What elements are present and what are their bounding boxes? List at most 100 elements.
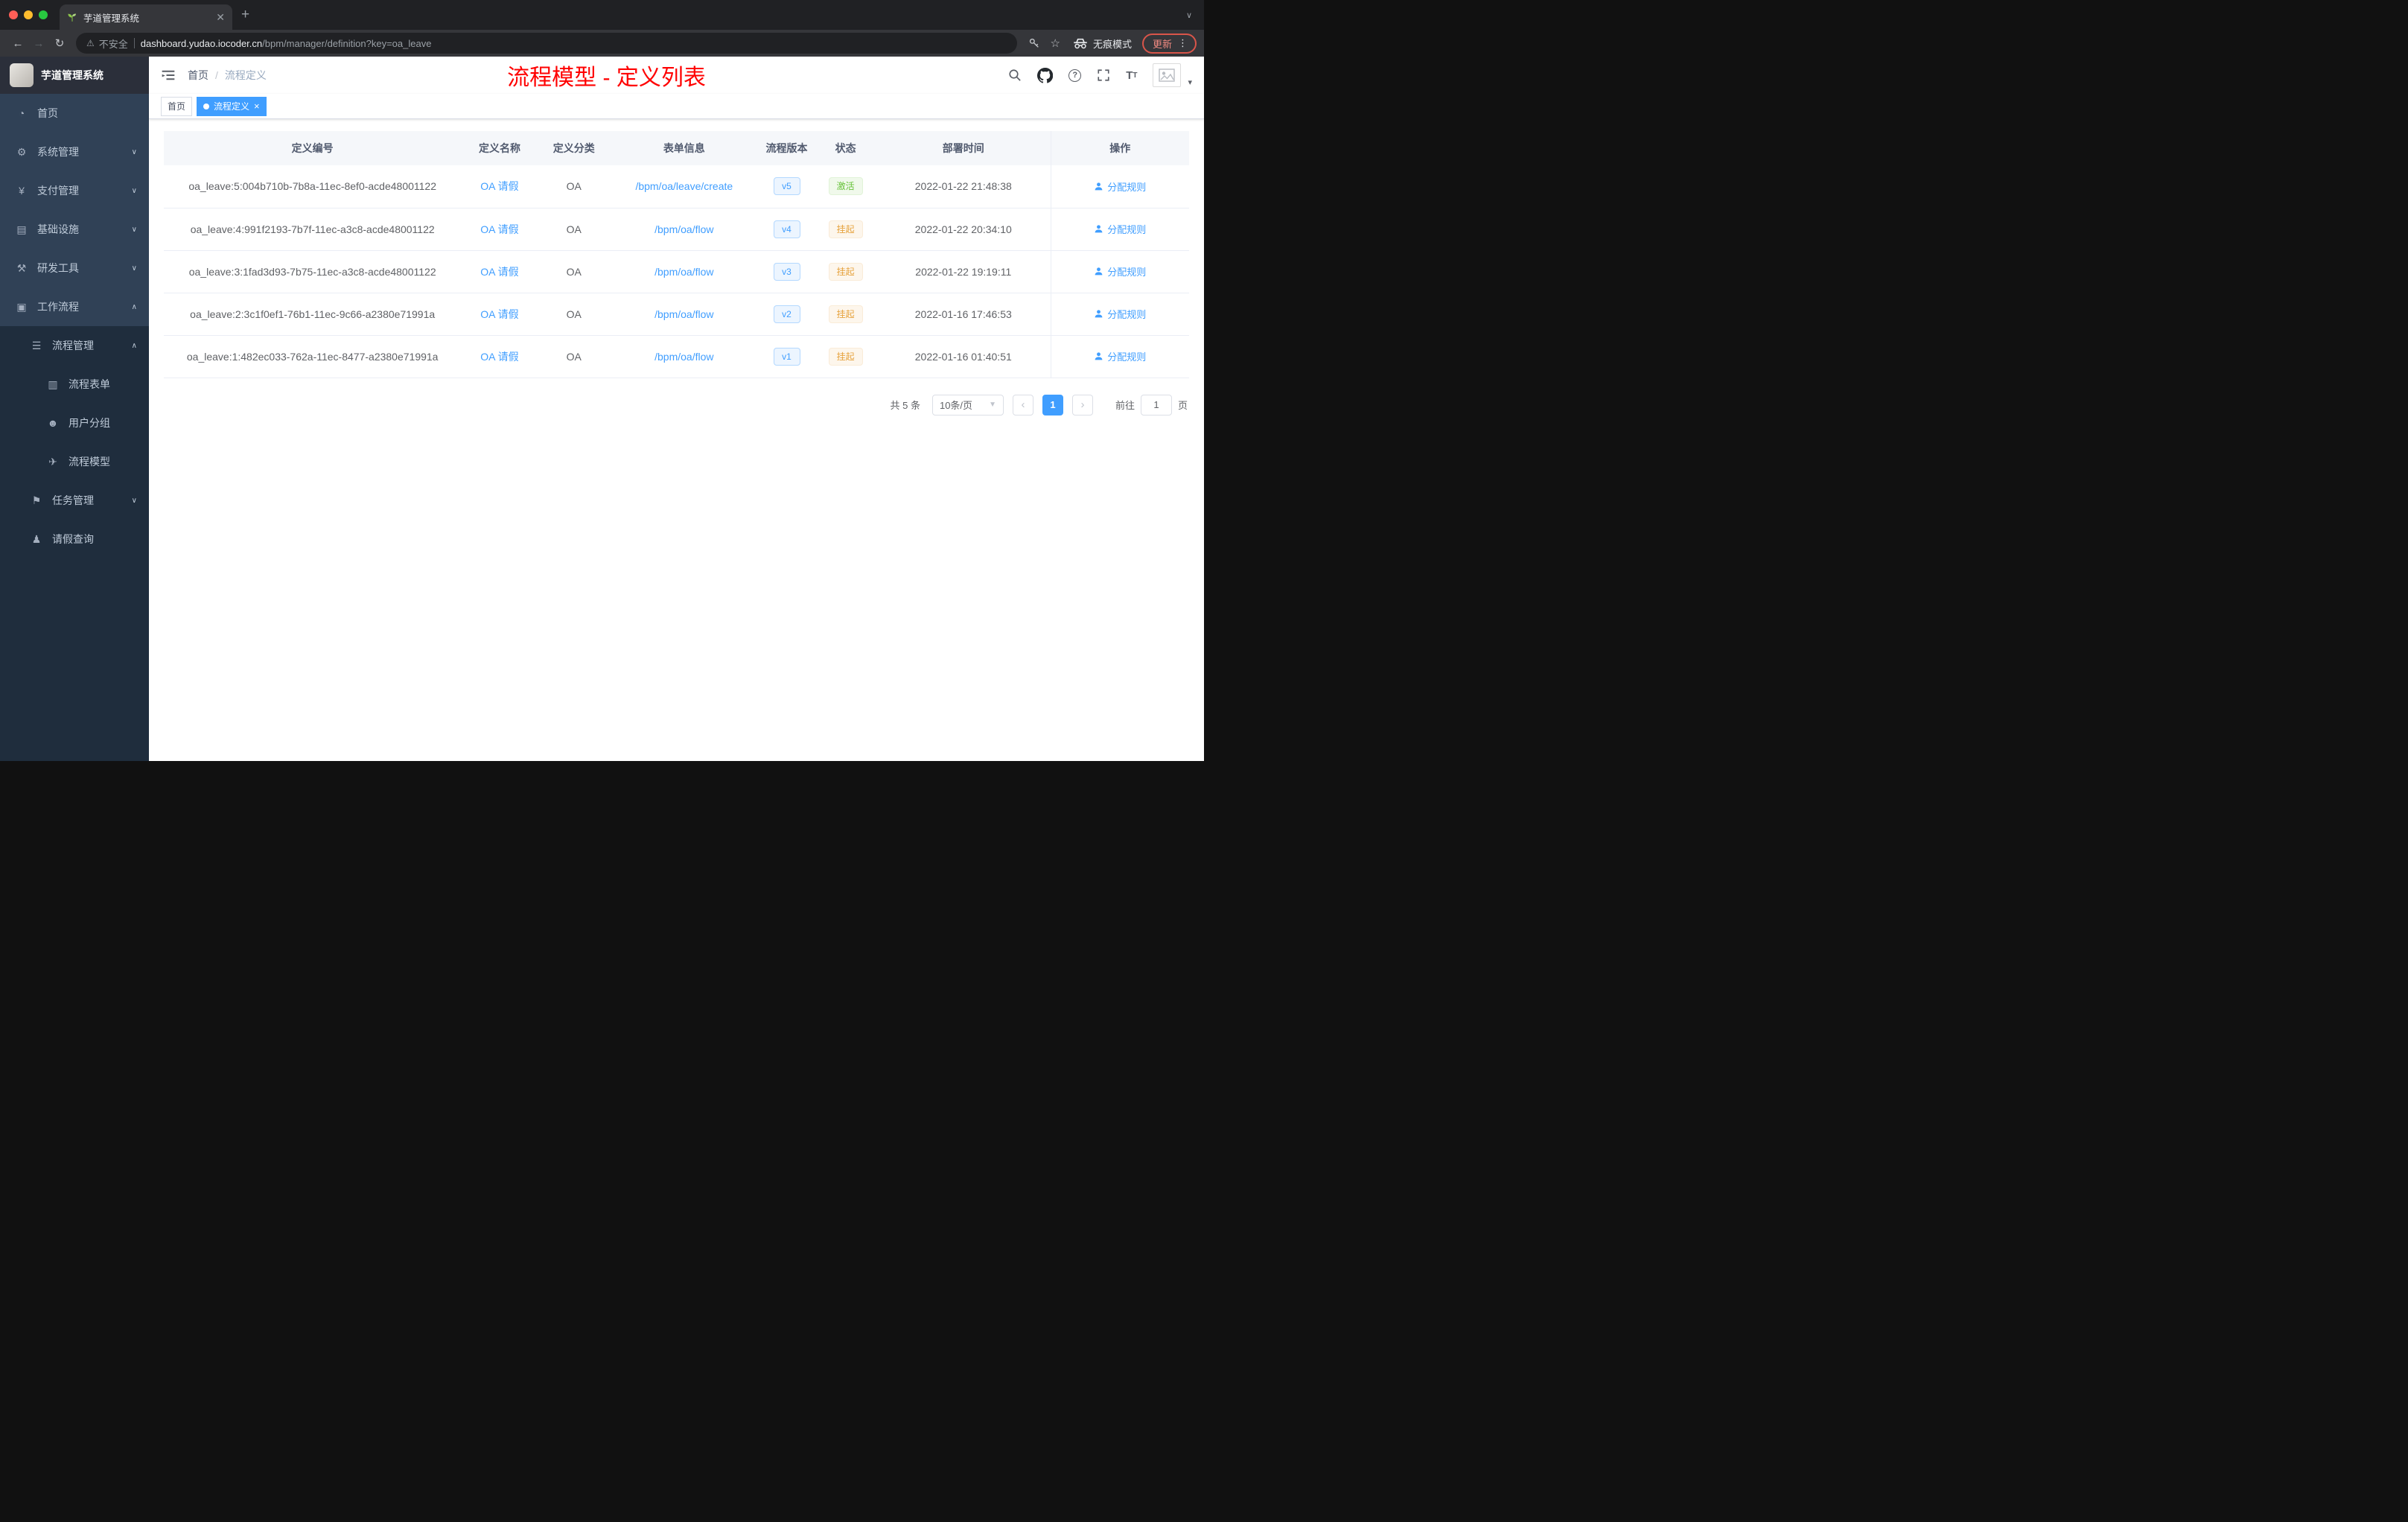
next-page-button[interactable]: › [1071, 394, 1093, 415]
assign-rule-link[interactable]: 分配规则 [1094, 222, 1146, 236]
update-label: 更新 [1152, 38, 1172, 50]
incognito-badge: 无痕模式 [1073, 36, 1132, 51]
tag-close-icon[interactable]: × [254, 101, 260, 111]
update-chip[interactable]: 更新 ⋮ [1141, 33, 1197, 54]
assign-rule-link[interactable]: 分配规则 [1094, 264, 1146, 278]
browser-menu-icon[interactable]: ⋮ [1178, 37, 1188, 49]
page-size-select[interactable]: 10条/页 ▼ [931, 394, 1004, 415]
definition-category: OA [538, 165, 610, 208]
user-group-icon: ☻ [47, 417, 59, 429]
version-tag: v3 [773, 262, 800, 281]
bookmark-star-icon[interactable]: ☆ [1051, 36, 1060, 50]
sidebar-item-process-management[interactable]: ☰ 流程管理 ∧ [0, 326, 149, 365]
sidebar-item-payment-management[interactable]: ¥ 支付管理 ∨ [0, 171, 149, 210]
deploy-time: 2022-01-16 17:46:53 [876, 293, 1051, 336]
search-icon[interactable] [1008, 69, 1022, 82]
definition-name-link[interactable]: OA 请假 [480, 308, 518, 320]
sidebar-item-system-management[interactable]: ⚙ 系统管理 ∨ [0, 133, 149, 171]
user-icon [1095, 267, 1103, 276]
sidebar-item-infrastructure[interactable]: ▤ 基础设施 ∨ [0, 210, 149, 249]
sidebar-background [0, 558, 149, 761]
table-row: oa_leave:2:3c1f0ef1-76b1-11ec-9c66-a2380… [164, 293, 1189, 336]
form-info-link[interactable]: /bpm/oa/leave/create [635, 180, 733, 192]
process-list-icon: ☰ [31, 339, 42, 351]
task-icon: ⚑ [31, 494, 42, 506]
sidebar-item-workflow[interactable]: ▣ 工作流程 ∧ [0, 287, 149, 326]
password-key-icon[interactable] [1028, 37, 1040, 49]
fullscreen-icon[interactable] [1097, 69, 1110, 82]
version-tag: v4 [773, 220, 800, 238]
table-row: oa_leave:3:1fad3d93-7b75-11ec-a3c8-acde4… [164, 250, 1189, 293]
address-bar[interactable]: ⚠ 不安全 dashboard.yudao.iocoder.cn /bpm/ma… [76, 33, 1017, 54]
new-tab-button[interactable]: + [232, 7, 258, 23]
definition-category: OA [538, 250, 610, 293]
form-info-link[interactable]: /bpm/oa/flow [654, 266, 713, 278]
forward-button[interactable]: → [28, 37, 49, 50]
dashboard-icon: ◔ [18, 107, 25, 119]
hamburger-icon[interactable] [161, 68, 176, 83]
window-zoom-button[interactable] [39, 10, 48, 19]
form-info-link[interactable]: /bpm/oa/flow [654, 351, 713, 363]
github-icon[interactable] [1037, 67, 1054, 83]
tab-search-chevron[interactable]: ∨ [1186, 10, 1204, 20]
sidebar-item-leave-query[interactable]: ♟ 请假查询 [0, 520, 149, 558]
chevron-down-icon: ∨ [131, 147, 137, 156]
annotation-text: 流程模型 - 定义列表 [507, 66, 706, 90]
assign-rule-link[interactable]: 分配规则 [1094, 307, 1146, 321]
breadcrumb-separator: / [215, 69, 218, 81]
help-icon[interactable]: ? [1068, 69, 1082, 82]
column-header-name: 定义名称 [461, 131, 538, 165]
form-info-link[interactable]: /bpm/oa/flow [654, 308, 713, 320]
status-badge: 挂起 [828, 262, 863, 281]
page-number-button[interactable]: 1 [1042, 394, 1063, 415]
window-close-button[interactable] [9, 10, 18, 19]
refresh-button[interactable]: ↻ [49, 36, 70, 50]
goto-page-input[interactable] [1140, 394, 1172, 415]
column-header-deploy-time: 部署时间 [876, 131, 1051, 165]
back-button[interactable]: ← [7, 37, 28, 50]
column-header-form: 表单信息 [609, 131, 759, 165]
sidebar-item-process-model[interactable]: ✈ 流程模型 [0, 442, 149, 481]
sidebar-item-process-form[interactable]: ▥ 流程表单 [0, 365, 149, 404]
definition-id: oa_leave:3:1fad3d93-7b75-11ec-a3c8-acde4… [164, 250, 462, 293]
sidebar-item-user-group[interactable]: ☻ 用户分组 [0, 404, 149, 442]
tag-process-definition[interactable]: 流程定义 × [197, 96, 267, 116]
tab-favicon [68, 13, 76, 22]
url-divider [133, 38, 135, 48]
avatar[interactable] [1153, 63, 1182, 87]
sidebar-item-task-management[interactable]: ⚑ 任务管理 ∨ [0, 481, 149, 520]
definition-name-link[interactable]: OA 请假 [480, 351, 518, 363]
tab-close-icon[interactable]: ✕ [216, 11, 225, 24]
definition-name-link[interactable]: OA 请假 [480, 180, 518, 192]
main-content: 定义编号 定义名称 定义分类 表单信息 流程版本 状态 部署时间 操作 oa_l [149, 119, 1204, 761]
column-header-action: 操作 [1050, 131, 1189, 165]
definition-name-link[interactable]: OA 请假 [480, 266, 518, 278]
pagination: 共 5 条 10条/页 ▼ ‹ 1 › 前往 页 [164, 378, 1189, 432]
tab-title: 芋道管理系统 [83, 13, 140, 24]
deploy-time: 2022-01-22 20:34:10 [876, 208, 1051, 251]
definition-category: OA [538, 335, 610, 378]
sidebar-item-dev-tools[interactable]: ⚒ 研发工具 ∨ [0, 249, 149, 287]
security-label[interactable]: 不安全 [99, 36, 128, 51]
pagination-total: 共 5 条 [890, 400, 920, 411]
browser-tab[interactable]: 芋道管理系统 ✕ [60, 4, 232, 30]
definition-name-link[interactable]: OA 请假 [480, 223, 518, 235]
chevron-down-icon: ∨ [131, 225, 137, 234]
avatar-dropdown-caret[interactable]: ▾ [1188, 77, 1192, 87]
app-logo-row[interactable]: 芋道管理系统 [0, 57, 149, 94]
breadcrumb-home[interactable]: 首页 [188, 68, 208, 83]
font-size-icon[interactable]: TT [1126, 69, 1137, 82]
definition-category: OA [538, 293, 610, 336]
assign-rule-link[interactable]: 分配规则 [1094, 179, 1146, 194]
assign-rule-link[interactable]: 分配规则 [1094, 349, 1146, 363]
tag-home[interactable]: 首页 [161, 96, 193, 116]
window-controls [0, 10, 60, 19]
table-row: oa_leave:1:482ec033-762a-11ec-8477-a2380… [164, 335, 1189, 378]
prev-page-button[interactable]: ‹ [1012, 394, 1033, 415]
form-info-link[interactable]: /bpm/oa/flow [654, 223, 713, 235]
sidebar-item-home[interactable]: ◔ 首页 [0, 94, 149, 133]
table-row: oa_leave:5:004b710b-7b8a-11ec-8ef0-acde4… [164, 165, 1189, 208]
window-minimize-button[interactable] [24, 10, 33, 19]
deploy-time: 2022-01-22 21:48:38 [876, 165, 1051, 208]
status-badge: 挂起 [828, 305, 863, 323]
